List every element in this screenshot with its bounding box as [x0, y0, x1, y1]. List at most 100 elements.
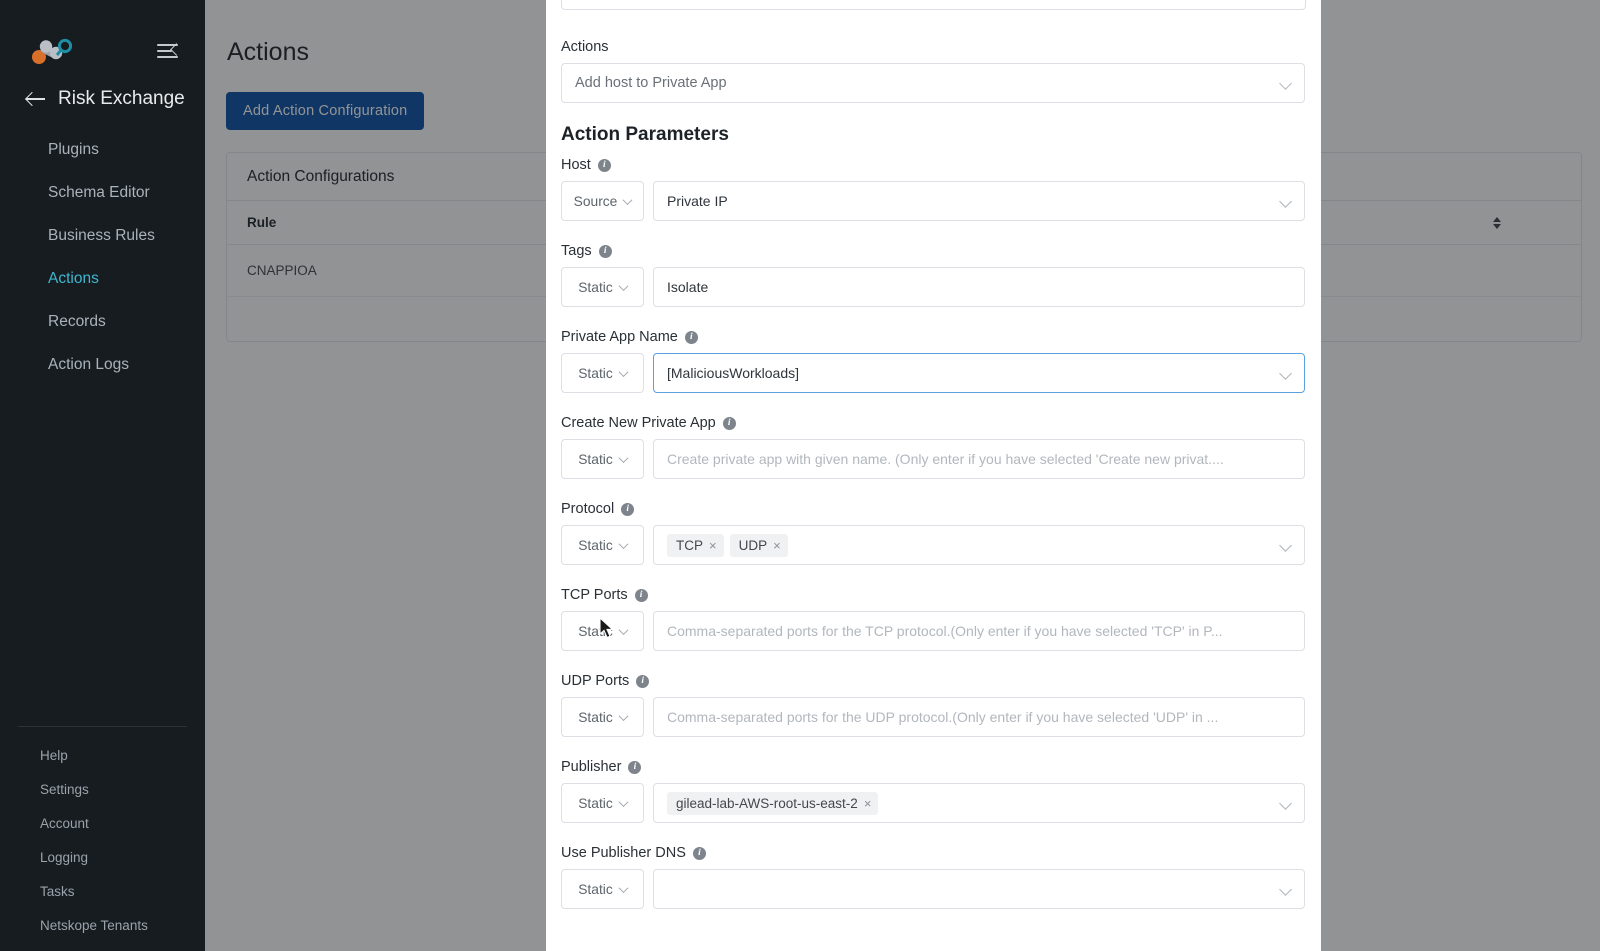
sidebar-item-tasks[interactable]: Tasks: [0, 875, 205, 909]
info-icon[interactable]: i: [597, 158, 611, 172]
private-app-name-mode-select[interactable]: Static: [561, 353, 644, 393]
field-publisher: Publisher i Static gilead-lab-AWS-root-u…: [561, 759, 1305, 823]
field-label-private-app-name: Private App Name i: [561, 329, 1305, 345]
chevron-down-icon: [1279, 77, 1292, 90]
field-row-tcp-ports: Static Comma-separated ports for the TCP…: [561, 611, 1305, 651]
tcp-ports-input[interactable]: Comma-separated ports for the TCP protoc…: [653, 611, 1305, 651]
remove-chip-icon[interactable]: ×: [773, 539, 781, 552]
sidebar-title-text: Risk Exchange: [58, 88, 185, 109]
chevron-down-icon: [618, 624, 629, 635]
create-new-private-app-placeholder: Create private app with given name. (Onl…: [667, 451, 1224, 467]
info-icon[interactable]: i: [621, 502, 635, 516]
actions-field-label: Actions: [561, 39, 609, 55]
host-mode-select[interactable]: Source: [561, 181, 644, 221]
actions-select[interactable]: Add host to Private App: [561, 63, 1305, 103]
host-value: Private IP: [667, 193, 728, 209]
info-icon[interactable]: i: [636, 674, 650, 688]
back-arrow-icon[interactable]: [26, 92, 45, 106]
info-icon[interactable]: i: [634, 588, 648, 602]
chip-udp[interactable]: UDP ×: [729, 533, 788, 557]
tags-mode-select[interactable]: Static: [561, 267, 644, 307]
field-row-use-publisher-dns: Static: [561, 869, 1305, 909]
field-label-publisher: Publisher i: [561, 759, 1305, 775]
field-row-udp-ports: Static Comma-separated ports for the UDP…: [561, 697, 1305, 737]
chevron-down-icon: [618, 796, 629, 807]
sidebar-item-actions[interactable]: Actions: [0, 257, 205, 300]
chevron-down-icon: [622, 194, 633, 205]
field-row-host: Source Private IP: [561, 181, 1305, 221]
create-new-private-app-mode-select[interactable]: Static: [561, 439, 644, 479]
sidebar-footer-nav: Help Settings Account Logging Tasks Nets…: [0, 726, 205, 951]
field-row-tags: Static Isolate: [561, 267, 1305, 307]
chevron-down-icon: [1279, 797, 1292, 810]
sidebar-item-action-logs[interactable]: Action Logs: [0, 343, 205, 386]
chevron-down-icon: [618, 538, 629, 549]
publisher-multiselect[interactable]: gilead-lab-AWS-root-us-east-2 ×: [653, 783, 1305, 823]
udp-ports-input[interactable]: Comma-separated ports for the UDP protoc…: [653, 697, 1305, 737]
sidebar: Risk Exchange Plugins Schema Editor Busi…: [0, 0, 205, 951]
field-row-protocol: Static TCP × UDP ×: [561, 525, 1305, 565]
udp-ports-mode-select[interactable]: Static: [561, 697, 644, 737]
protocol-multiselect[interactable]: TCP × UDP ×: [653, 525, 1305, 565]
publisher-chip-list: gilead-lab-AWS-root-us-east-2 ×: [667, 791, 879, 815]
scrolled-off-field[interactable]: [561, 0, 1306, 10]
field-label-tags: Tags i: [561, 243, 1305, 259]
field-row-publisher: Static gilead-lab-AWS-root-us-east-2 ×: [561, 783, 1305, 823]
remove-chip-icon[interactable]: ×: [864, 797, 872, 810]
field-tags: Tags i Static Isolate: [561, 243, 1305, 307]
field-row-private-app-name: Static [MaliciousWorkloads]: [561, 353, 1305, 393]
info-icon[interactable]: i: [692, 846, 706, 860]
info-icon[interactable]: i: [628, 760, 642, 774]
field-host: Host i Source Private IP: [561, 157, 1305, 221]
private-app-name-select[interactable]: [MaliciousWorkloads]: [653, 353, 1305, 393]
sidebar-item-account[interactable]: Account: [0, 807, 205, 841]
field-label-create-new-private-app: Create New Private App i: [561, 415, 1305, 431]
tags-value: Isolate: [667, 279, 709, 295]
chip-tcp[interactable]: TCP ×: [667, 533, 724, 557]
field-label-tcp-ports: TCP Ports i: [561, 587, 1305, 603]
field-row-create-new-private-app: Static Create private app with given nam…: [561, 439, 1305, 479]
field-label-use-publisher-dns: Use Publisher DNS i: [561, 845, 1305, 861]
field-private-app-name: Private App Name i Static [MaliciousWork…: [561, 329, 1305, 393]
actions-select-value: Add host to Private App: [575, 75, 727, 91]
sidebar-item-plugins[interactable]: Plugins: [0, 128, 205, 171]
sidebar-item-schema-editor[interactable]: Schema Editor: [0, 171, 205, 214]
field-label-host: Host i: [561, 157, 1305, 173]
chevron-down-icon: [618, 882, 629, 893]
info-icon[interactable]: i: [722, 416, 736, 430]
remove-chip-icon[interactable]: ×: [709, 539, 717, 552]
sidebar-item-settings[interactable]: Settings: [0, 773, 205, 807]
netskope-logo: [26, 36, 82, 66]
modal-body: Actions Add host to Private App Action P…: [561, 0, 1305, 931]
publisher-mode-select[interactable]: Static: [561, 783, 644, 823]
field-create-new-private-app: Create New Private App i Static Create p…: [561, 415, 1305, 479]
app-root: Risk Exchange Plugins Schema Editor Busi…: [0, 0, 1600, 951]
chevron-down-icon: [1279, 367, 1292, 380]
sidebar-item-netskope-tenants[interactable]: Netskope Tenants: [0, 909, 205, 943]
use-publisher-dns-select[interactable]: [653, 869, 1305, 909]
collapse-sidebar-icon[interactable]: [157, 42, 183, 60]
use-publisher-dns-mode-select[interactable]: Static: [561, 869, 644, 909]
field-protocol: Protocol i Static TCP × UDP ×: [561, 501, 1305, 565]
field-use-publisher-dns: Use Publisher DNS i Static: [561, 845, 1305, 909]
chevron-down-icon: [618, 280, 629, 291]
create-new-private-app-input[interactable]: Create private app with given name. (Onl…: [653, 439, 1305, 479]
chip-publisher[interactable]: gilead-lab-AWS-root-us-east-2 ×: [667, 791, 879, 815]
info-icon[interactable]: i: [684, 330, 698, 344]
tcp-ports-placeholder: Comma-separated ports for the TCP protoc…: [667, 623, 1223, 639]
info-icon[interactable]: i: [598, 244, 612, 258]
field-label-udp-ports: UDP Ports i: [561, 673, 1305, 689]
sidebar-item-records[interactable]: Records: [0, 300, 205, 343]
chevron-down-icon: [1279, 195, 1292, 208]
tags-input[interactable]: Isolate: [653, 267, 1305, 307]
tcp-ports-mode-select[interactable]: Static: [561, 611, 644, 651]
sidebar-item-business-rules[interactable]: Business Rules: [0, 214, 205, 257]
protocol-mode-select[interactable]: Static: [561, 525, 644, 565]
protocol-chip-list: TCP × UDP ×: [667, 533, 788, 557]
host-value-select[interactable]: Private IP: [653, 181, 1305, 221]
chevron-down-icon: [1279, 539, 1292, 552]
udp-ports-placeholder: Comma-separated ports for the UDP protoc…: [667, 709, 1219, 725]
field-udp-ports: UDP Ports i Static Comma-separated ports…: [561, 673, 1305, 737]
sidebar-item-logging[interactable]: Logging: [0, 841, 205, 875]
sidebar-item-help[interactable]: Help: [0, 739, 205, 773]
